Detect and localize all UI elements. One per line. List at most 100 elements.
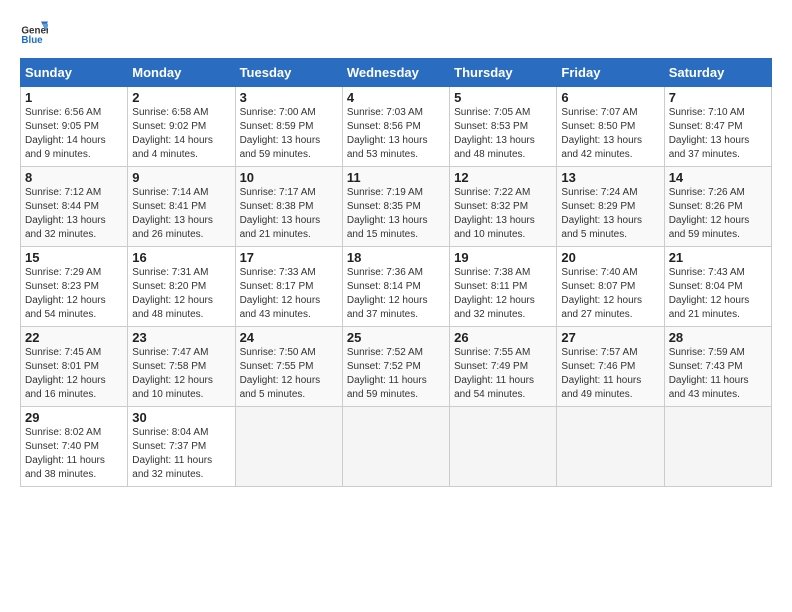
day-cell: 21Sunrise: 7:43 AM Sunset: 8:04 PM Dayli… xyxy=(664,247,771,327)
day-info: Sunrise: 7:10 AM Sunset: 8:47 PM Dayligh… xyxy=(669,106,767,162)
day-number: 12 xyxy=(454,170,552,185)
day-number: 10 xyxy=(240,170,338,185)
week-row-1: 1Sunrise: 6:56 AM Sunset: 9:05 PM Daylig… xyxy=(21,87,772,167)
day-info: Sunrise: 7:31 AM Sunset: 8:20 PM Dayligh… xyxy=(132,266,230,322)
day-info: Sunrise: 7:29 AM Sunset: 8:23 PM Dayligh… xyxy=(25,266,123,322)
column-header-friday: Friday xyxy=(557,59,664,87)
day-cell: 27Sunrise: 7:57 AM Sunset: 7:46 PM Dayli… xyxy=(557,327,664,407)
day-cell: 15Sunrise: 7:29 AM Sunset: 8:23 PM Dayli… xyxy=(21,247,128,327)
day-number: 1 xyxy=(25,90,123,105)
day-number: 18 xyxy=(347,250,445,265)
day-cell: 30Sunrise: 8:04 AM Sunset: 7:37 PM Dayli… xyxy=(128,407,235,487)
day-info: Sunrise: 7:43 AM Sunset: 8:04 PM Dayligh… xyxy=(669,266,767,322)
column-header-wednesday: Wednesday xyxy=(342,59,449,87)
day-number: 26 xyxy=(454,330,552,345)
day-cell xyxy=(450,407,557,487)
day-number: 28 xyxy=(669,330,767,345)
svg-text:Blue: Blue xyxy=(21,35,43,46)
day-number: 8 xyxy=(25,170,123,185)
day-number: 7 xyxy=(669,90,767,105)
logo: General Blue xyxy=(20,18,52,46)
day-number: 9 xyxy=(132,170,230,185)
day-info: Sunrise: 7:26 AM Sunset: 8:26 PM Dayligh… xyxy=(669,186,767,242)
day-info: Sunrise: 7:52 AM Sunset: 7:52 PM Dayligh… xyxy=(347,346,445,402)
day-number: 13 xyxy=(561,170,659,185)
day-info: Sunrise: 7:55 AM Sunset: 7:49 PM Dayligh… xyxy=(454,346,552,402)
day-cell: 29Sunrise: 8:02 AM Sunset: 7:40 PM Dayli… xyxy=(21,407,128,487)
day-cell: 28Sunrise: 7:59 AM Sunset: 7:43 PM Dayli… xyxy=(664,327,771,407)
day-cell: 17Sunrise: 7:33 AM Sunset: 8:17 PM Dayli… xyxy=(235,247,342,327)
day-number: 6 xyxy=(561,90,659,105)
day-cell: 4Sunrise: 7:03 AM Sunset: 8:56 PM Daylig… xyxy=(342,87,449,167)
column-header-thursday: Thursday xyxy=(450,59,557,87)
day-cell xyxy=(342,407,449,487)
day-cell: 11Sunrise: 7:19 AM Sunset: 8:35 PM Dayli… xyxy=(342,167,449,247)
day-number: 20 xyxy=(561,250,659,265)
day-cell: 22Sunrise: 7:45 AM Sunset: 8:01 PM Dayli… xyxy=(21,327,128,407)
day-number: 11 xyxy=(347,170,445,185)
week-row-5: 29Sunrise: 8:02 AM Sunset: 7:40 PM Dayli… xyxy=(21,407,772,487)
day-number: 15 xyxy=(25,250,123,265)
logo-icon: General Blue xyxy=(20,18,48,46)
day-info: Sunrise: 7:57 AM Sunset: 7:46 PM Dayligh… xyxy=(561,346,659,402)
day-info: Sunrise: 7:33 AM Sunset: 8:17 PM Dayligh… xyxy=(240,266,338,322)
day-cell: 9Sunrise: 7:14 AM Sunset: 8:41 PM Daylig… xyxy=(128,167,235,247)
day-info: Sunrise: 7:40 AM Sunset: 8:07 PM Dayligh… xyxy=(561,266,659,322)
day-cell xyxy=(557,407,664,487)
day-cell: 7Sunrise: 7:10 AM Sunset: 8:47 PM Daylig… xyxy=(664,87,771,167)
day-number: 24 xyxy=(240,330,338,345)
day-cell: 20Sunrise: 7:40 AM Sunset: 8:07 PM Dayli… xyxy=(557,247,664,327)
day-info: Sunrise: 7:59 AM Sunset: 7:43 PM Dayligh… xyxy=(669,346,767,402)
day-cell: 5Sunrise: 7:05 AM Sunset: 8:53 PM Daylig… xyxy=(450,87,557,167)
day-number: 4 xyxy=(347,90,445,105)
column-header-sunday: Sunday xyxy=(21,59,128,87)
day-number: 16 xyxy=(132,250,230,265)
day-cell: 1Sunrise: 6:56 AM Sunset: 9:05 PM Daylig… xyxy=(21,87,128,167)
day-info: Sunrise: 7:47 AM Sunset: 7:58 PM Dayligh… xyxy=(132,346,230,402)
week-row-4: 22Sunrise: 7:45 AM Sunset: 8:01 PM Dayli… xyxy=(21,327,772,407)
day-cell: 10Sunrise: 7:17 AM Sunset: 8:38 PM Dayli… xyxy=(235,167,342,247)
day-info: Sunrise: 7:19 AM Sunset: 8:35 PM Dayligh… xyxy=(347,186,445,242)
day-cell: 2Sunrise: 6:58 AM Sunset: 9:02 PM Daylig… xyxy=(128,87,235,167)
calendar-header-row: SundayMondayTuesdayWednesdayThursdayFrid… xyxy=(21,59,772,87)
day-number: 22 xyxy=(25,330,123,345)
day-cell: 14Sunrise: 7:26 AM Sunset: 8:26 PM Dayli… xyxy=(664,167,771,247)
day-number: 21 xyxy=(669,250,767,265)
day-number: 2 xyxy=(132,90,230,105)
day-number: 5 xyxy=(454,90,552,105)
day-info: Sunrise: 7:12 AM Sunset: 8:44 PM Dayligh… xyxy=(25,186,123,242)
day-info: Sunrise: 7:17 AM Sunset: 8:38 PM Dayligh… xyxy=(240,186,338,242)
day-number: 17 xyxy=(240,250,338,265)
week-row-2: 8Sunrise: 7:12 AM Sunset: 8:44 PM Daylig… xyxy=(21,167,772,247)
day-info: Sunrise: 7:05 AM Sunset: 8:53 PM Dayligh… xyxy=(454,106,552,162)
day-info: Sunrise: 7:14 AM Sunset: 8:41 PM Dayligh… xyxy=(132,186,230,242)
day-cell: 16Sunrise: 7:31 AM Sunset: 8:20 PM Dayli… xyxy=(128,247,235,327)
day-cell: 26Sunrise: 7:55 AM Sunset: 7:49 PM Dayli… xyxy=(450,327,557,407)
page: General Blue SundayMondayTuesdayWednesda… xyxy=(0,0,792,497)
day-info: Sunrise: 7:24 AM Sunset: 8:29 PM Dayligh… xyxy=(561,186,659,242)
day-info: Sunrise: 8:04 AM Sunset: 7:37 PM Dayligh… xyxy=(132,426,230,482)
day-info: Sunrise: 7:36 AM Sunset: 8:14 PM Dayligh… xyxy=(347,266,445,322)
day-info: Sunrise: 7:07 AM Sunset: 8:50 PM Dayligh… xyxy=(561,106,659,162)
day-cell: 23Sunrise: 7:47 AM Sunset: 7:58 PM Dayli… xyxy=(128,327,235,407)
day-info: Sunrise: 7:50 AM Sunset: 7:55 PM Dayligh… xyxy=(240,346,338,402)
day-cell xyxy=(664,407,771,487)
day-info: Sunrise: 6:58 AM Sunset: 9:02 PM Dayligh… xyxy=(132,106,230,162)
day-cell: 6Sunrise: 7:07 AM Sunset: 8:50 PM Daylig… xyxy=(557,87,664,167)
day-info: Sunrise: 8:02 AM Sunset: 7:40 PM Dayligh… xyxy=(25,426,123,482)
day-cell: 18Sunrise: 7:36 AM Sunset: 8:14 PM Dayli… xyxy=(342,247,449,327)
calendar-body: 1Sunrise: 6:56 AM Sunset: 9:05 PM Daylig… xyxy=(21,87,772,487)
day-cell: 25Sunrise: 7:52 AM Sunset: 7:52 PM Dayli… xyxy=(342,327,449,407)
day-number: 14 xyxy=(669,170,767,185)
calendar-table: SundayMondayTuesdayWednesdayThursdayFrid… xyxy=(20,58,772,487)
header: General Blue xyxy=(20,18,772,46)
day-cell: 3Sunrise: 7:00 AM Sunset: 8:59 PM Daylig… xyxy=(235,87,342,167)
day-cell: 19Sunrise: 7:38 AM Sunset: 8:11 PM Dayli… xyxy=(450,247,557,327)
week-row-3: 15Sunrise: 7:29 AM Sunset: 8:23 PM Dayli… xyxy=(21,247,772,327)
day-number: 25 xyxy=(347,330,445,345)
day-number: 27 xyxy=(561,330,659,345)
day-cell: 24Sunrise: 7:50 AM Sunset: 7:55 PM Dayli… xyxy=(235,327,342,407)
day-number: 30 xyxy=(132,410,230,425)
column-header-tuesday: Tuesday xyxy=(235,59,342,87)
day-info: Sunrise: 7:45 AM Sunset: 8:01 PM Dayligh… xyxy=(25,346,123,402)
